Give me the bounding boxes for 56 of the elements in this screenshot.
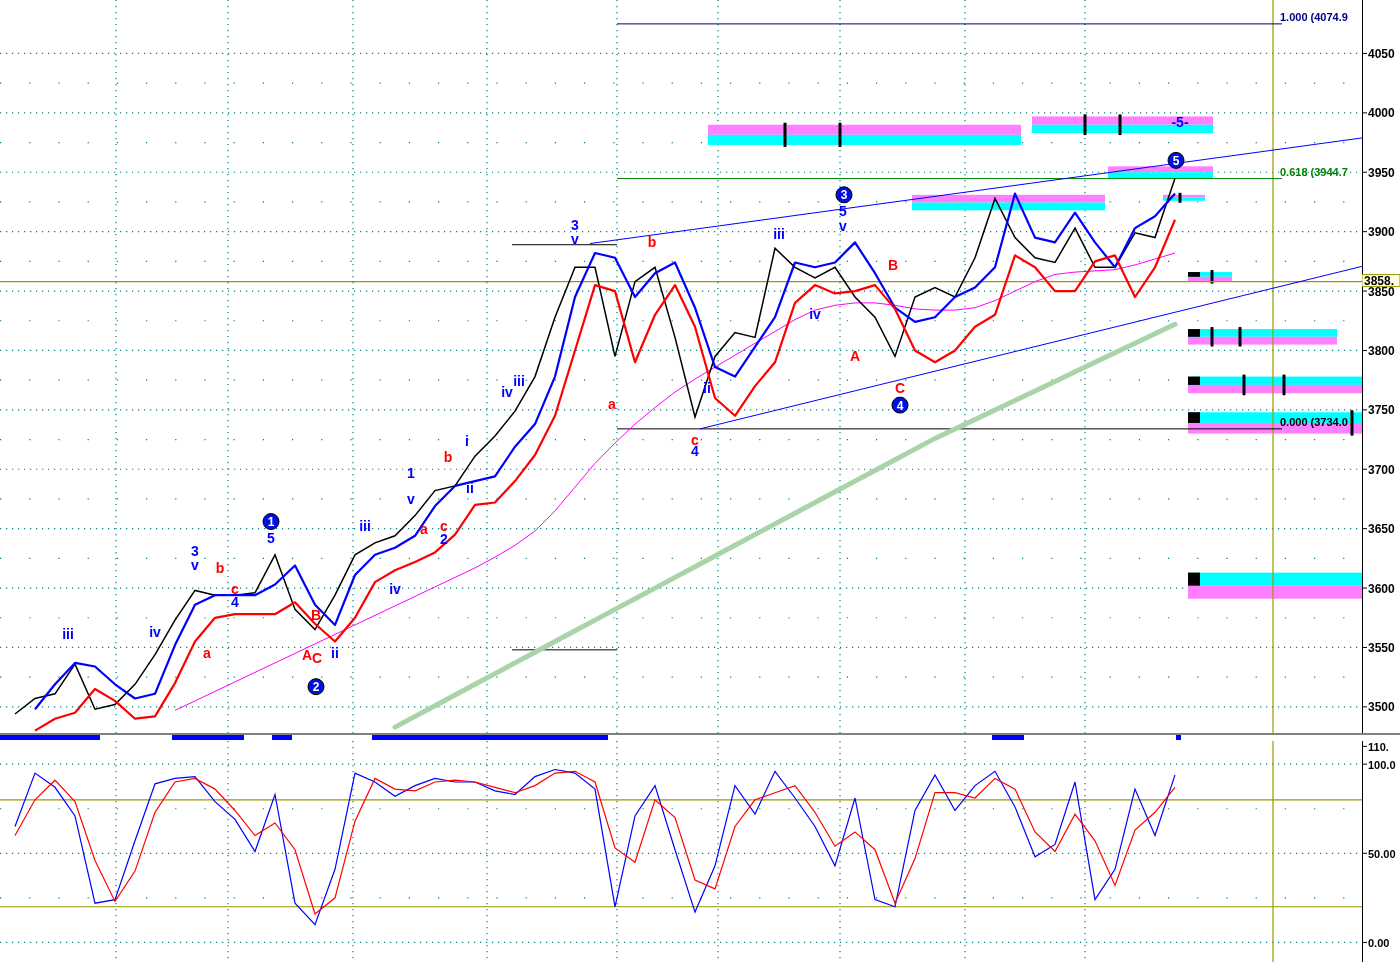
wave-label: iv xyxy=(149,624,161,640)
wave-label: iii xyxy=(773,226,785,243)
wave-label: iv xyxy=(389,581,401,598)
wave-label: A xyxy=(301,646,313,663)
axis-label: 3750 xyxy=(1368,403,1395,418)
wave-label: iv xyxy=(501,384,513,401)
wave-label: b xyxy=(215,559,225,576)
wave-marker: 4 xyxy=(891,396,909,414)
wave-marker: 3 xyxy=(835,186,853,204)
wave-label: ii xyxy=(331,645,339,662)
axis-label: 3650 xyxy=(1368,522,1395,537)
wave-marker: 2 xyxy=(307,678,325,696)
axis-label: 50.00 xyxy=(1368,847,1396,860)
wave-label: B xyxy=(310,607,322,624)
zone-drawing xyxy=(1188,270,1232,284)
wave-label: A xyxy=(849,348,861,365)
wave-label: B xyxy=(887,256,899,273)
wave-label: v xyxy=(839,217,847,234)
wave-label: 3 xyxy=(571,216,579,233)
wave-label: a xyxy=(608,395,616,412)
wave-label: 5 xyxy=(267,530,275,547)
wave-label: b xyxy=(443,449,453,466)
wave-label: iii xyxy=(62,626,74,643)
axis-label: 110. xyxy=(1368,741,1389,753)
axis-label: 100.0 xyxy=(1368,758,1396,771)
wave-marker: 1 xyxy=(262,513,280,531)
wave-label: c xyxy=(440,518,448,535)
wave-label: C xyxy=(894,380,906,397)
wave-label: v xyxy=(191,557,199,574)
axis-label: 4000 xyxy=(1368,106,1395,121)
wave-label: iii xyxy=(359,518,371,535)
axis-label: 3950 xyxy=(1368,165,1395,180)
axis-label: 3800 xyxy=(1368,343,1395,358)
wave-label: a xyxy=(203,645,211,662)
axis-label: 3900 xyxy=(1368,225,1395,240)
wave-label: 3 xyxy=(191,543,199,560)
wave-label: iv xyxy=(809,305,821,322)
wave-label: v xyxy=(407,490,415,507)
level-label: 0.618 (3944.7 xyxy=(1280,165,1348,178)
axis-label: 3600 xyxy=(1368,581,1395,596)
wave-label: b xyxy=(647,234,657,251)
axis-label: 4050 xyxy=(1368,46,1395,61)
axis-label: 0.00 xyxy=(1368,936,1390,949)
wave-label: ii xyxy=(703,380,711,397)
wave-label: i xyxy=(465,432,469,449)
wave-marker: 5 xyxy=(1167,151,1185,169)
axis-label: 3550 xyxy=(1368,640,1395,655)
wave-label: 1 xyxy=(407,464,415,481)
wave-label: a xyxy=(420,520,428,537)
wave-label: C xyxy=(311,650,323,667)
wave-label: v xyxy=(571,230,579,247)
axis-label: 3500 xyxy=(1368,700,1395,715)
axis-label: 3700 xyxy=(1368,462,1395,477)
level-label: 1.000 (4074.9 xyxy=(1280,10,1348,23)
wave-label: iii xyxy=(513,373,525,390)
zone-drawing xyxy=(1163,192,1205,203)
